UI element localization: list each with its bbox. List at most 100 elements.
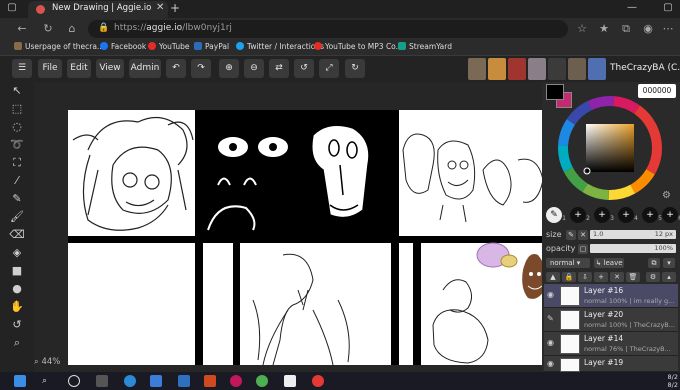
cortana-icon[interactable] — [68, 375, 80, 387]
home-icon[interactable]: ⌂ — [64, 21, 80, 37]
user-avatar[interactable] — [468, 58, 486, 80]
fill-bucket-icon[interactable]: ◈ — [9, 246, 25, 260]
fit-screen-icon[interactable]: ⤢ — [319, 59, 339, 78]
clear-layer-icon[interactable]: ✕ — [610, 272, 624, 282]
layer-item[interactable]: ◉ Layer #19 — [544, 356, 678, 372]
color-wheel[interactable] — [554, 96, 674, 201]
size-slider[interactable]: 1.0 12 px — [590, 230, 676, 239]
layer-settings-icon[interactable]: ⚙ — [646, 272, 660, 282]
brush-preset[interactable]: +2 — [570, 207, 590, 223]
user-avatar[interactable] — [528, 58, 546, 80]
task-view-icon[interactable] — [96, 375, 108, 387]
pen-pressure-icon[interactable]: ✎ — [566, 230, 576, 240]
edit-menu[interactable]: Edit — [67, 59, 91, 78]
opacity-slider[interactable]: 100% — [590, 244, 676, 253]
browser-tab-active[interactable]: New Drawing | Aggie.io ✕ — [28, 1, 168, 18]
more-icon[interactable]: ⋯ — [660, 21, 676, 37]
app-icon[interactable] — [312, 375, 324, 387]
settings-icon[interactable]: ⚙ — [662, 190, 671, 201]
undo-icon[interactable]: ↶ — [166, 59, 186, 78]
office-icon[interactable] — [204, 375, 216, 387]
admin-menu[interactable]: Admin — [129, 59, 161, 78]
brush-preset[interactable]: +3 — [594, 207, 614, 223]
chrome-icon[interactable] — [256, 375, 268, 387]
bookmark-paypal[interactable]: PayPal — [194, 42, 229, 51]
eraser-icon[interactable]: ⌫ — [9, 228, 25, 242]
new-tab-button[interactable]: + — [170, 1, 180, 15]
visibility-icon[interactable]: ◉ — [547, 338, 554, 347]
drawing-canvas[interactable] — [68, 110, 553, 365]
brush-preset[interactable]: ✎ 1 — [546, 207, 566, 223]
rotate-view-icon[interactable]: ↺ — [9, 318, 25, 332]
blend-mode-select[interactable]: normal ▾ — [546, 258, 590, 268]
url-field[interactable]: 🔒 https://aggie.io/lbw0nyj1rj — [88, 20, 568, 38]
current-user-name[interactable]: TheCrazyBA (C... — [610, 63, 680, 73]
system-clock[interactable]: 8/2 8/2 — [652, 373, 678, 389]
search-icon[interactable]: ⌕ — [42, 375, 54, 387]
collections-icon[interactable]: ⧉ — [618, 21, 634, 37]
favorites-icon[interactable]: ★ — [596, 21, 612, 37]
visibility-icon[interactable]: ◉ — [547, 359, 554, 368]
move-tool-icon[interactable]: ↖ — [9, 84, 25, 98]
app-icon[interactable] — [230, 375, 242, 387]
close-icon[interactable]: ✕ — [578, 230, 588, 240]
bookmark-userpage[interactable]: Userpage of thecra... — [14, 42, 104, 51]
bookmark-youtube-mp3[interactable]: YouTube to MP3 Co... — [314, 42, 403, 51]
redo-icon[interactable]: ↷ — [191, 59, 211, 78]
view-menu[interactable]: View — [96, 59, 124, 78]
layer-item[interactable]: ◉ Layer #14 normal 76% | TheCrazyB... — [544, 332, 678, 356]
ellipse-icon[interactable]: ● — [9, 282, 25, 296]
file-explorer-icon[interactable] — [150, 375, 162, 387]
duplicate-layer-icon[interactable]: + — [594, 272, 608, 282]
star-icon[interactable]: ☆ — [574, 21, 590, 37]
zoom-out-icon[interactable]: ⊖ — [244, 59, 264, 78]
leave-button[interactable]: ↳ leave — [594, 258, 624, 268]
visibility-icon[interactable]: ◉ — [547, 290, 554, 299]
file-menu[interactable]: File — [38, 59, 62, 78]
opacity-toggle-icon[interactable]: ▢ — [578, 244, 588, 254]
store-icon[interactable] — [178, 375, 190, 387]
user-avatar[interactable] — [588, 58, 606, 80]
layer-up-icon[interactable]: ▴ — [662, 272, 676, 282]
delete-layer-icon[interactable]: 🗑 — [626, 272, 640, 282]
pencil-icon[interactable]: ✎ — [547, 314, 554, 323]
bookmark-twitter[interactable]: Twitter / Interactions — [236, 42, 324, 51]
pencil-icon[interactable]: ✎ — [9, 192, 25, 206]
rotate-left-icon[interactable]: ↺ — [294, 59, 314, 78]
bookmark-facebook[interactable]: Facebook — [100, 42, 146, 51]
layer-item[interactable]: ◉ Layer #16 normal 100% | im really g... — [544, 284, 678, 308]
user-avatar[interactable] — [568, 58, 586, 80]
app-icon[interactable] — [284, 375, 296, 387]
transform-icon[interactable]: ⛶ — [9, 156, 25, 170]
edge-icon[interactable] — [124, 375, 136, 387]
zoom-in-icon[interactable]: ⊕ — [219, 59, 239, 78]
brush-icon[interactable]: 🖌 — [9, 210, 25, 224]
user-avatar[interactable] — [548, 58, 566, 80]
lasso-icon[interactable]: ➰ — [9, 138, 25, 152]
hand-icon[interactable]: ✋ — [9, 300, 25, 314]
hamburger-icon[interactable]: ☰ — [12, 59, 32, 78]
merge-layer-icon[interactable]: ⇩ — [578, 272, 592, 282]
add-layer-icon[interactable]: ▲ — [546, 272, 560, 282]
bookmark-streamyard[interactable]: StreamYard — [398, 42, 452, 51]
bookmark-youtube[interactable]: YouTube — [148, 42, 190, 51]
restore-icon[interactable]: ▢ — [660, 1, 676, 15]
user-avatar[interactable] — [508, 58, 526, 80]
ellipse-select-icon[interactable]: ◌ — [9, 120, 25, 134]
layer-menu-icon[interactable]: ▾ — [663, 258, 675, 268]
brush-preset[interactable]: +5 — [642, 207, 662, 223]
close-tab-icon[interactable]: ✕ — [156, 2, 164, 13]
brush-preset[interactable]: +4 — [618, 207, 638, 223]
refresh-icon[interactable]: ↻ — [40, 21, 56, 37]
user-avatar[interactable] — [488, 58, 506, 80]
back-icon[interactable]: ← — [14, 21, 30, 37]
rect-select-icon[interactable]: ⬚ — [9, 102, 25, 116]
zoom-level[interactable]: ⌕ 44% — [34, 357, 60, 367]
rotate-right-icon[interactable]: ↻ — [345, 59, 365, 78]
brush-preset[interactable]: +6 — [662, 207, 680, 223]
minimize-icon[interactable]: — — [624, 1, 640, 15]
rectangle-icon[interactable]: ■ — [9, 264, 25, 278]
zoom-tool-icon[interactable]: ⌕ — [9, 336, 25, 350]
layer-item[interactable]: ✎ Layer #20 normal 100% | TheCrazyB... — [544, 308, 678, 332]
layer-copy-icon[interactable]: ⧉ — [648, 258, 660, 268]
